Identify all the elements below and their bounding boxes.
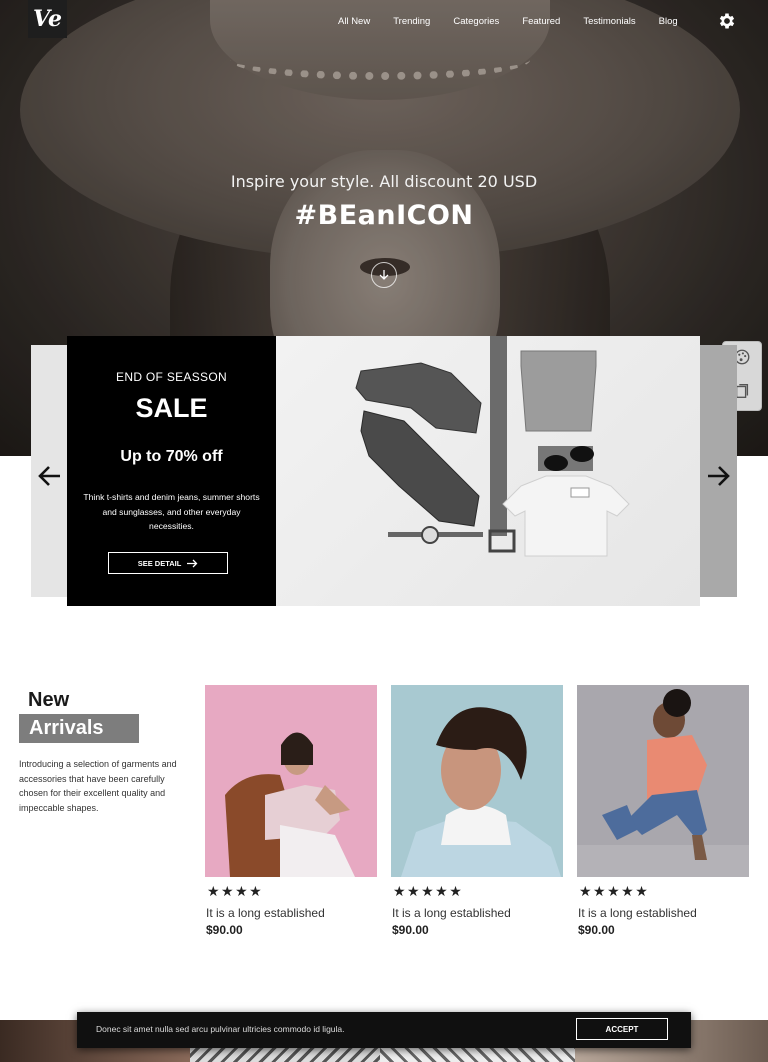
product-image[interactable]: [577, 685, 749, 877]
product-card[interactable]: ★★★★★ It is a long established $90.00: [577, 685, 749, 937]
product-card[interactable]: ★★★★ It is a long established $90.00: [205, 685, 377, 937]
cookie-consent-bar: Donec sit amet nulla sed arcu pulvinar u…: [77, 1012, 691, 1048]
arrow-right-small-icon: [187, 559, 198, 567]
gear-icon[interactable]: [717, 11, 737, 31]
new-arrivals-description: Introducing a selection of garments and …: [19, 759, 177, 813]
promo-title: SALE: [135, 393, 208, 423]
product-image[interactable]: [205, 685, 377, 877]
rating-stars: ★★★★★: [393, 884, 464, 900]
product-price: $90.00: [578, 923, 615, 937]
rating-stars: ★★★★: [207, 884, 264, 900]
product-name[interactable]: It is a long established: [578, 906, 749, 920]
see-detail-label: SEE DETAIL: [137, 558, 182, 568]
arrow-left-icon[interactable]: [36, 462, 64, 490]
arrow-right-icon[interactable]: [704, 462, 732, 490]
sale-promo-card: END OF SEASSON SALE Up to 70% off Think …: [67, 336, 276, 606]
hero-title: #BEanICON: [294, 200, 474, 231]
hero-subtitle: Inspire your style. All discount 20 USD: [230, 172, 538, 191]
nav-testimonials[interactable]: Testimonials: [583, 16, 635, 27]
flatlay-product-image: [276, 336, 700, 606]
product-name[interactable]: It is a long established: [392, 906, 563, 920]
nav-categories[interactable]: Categories: [453, 16, 499, 27]
rating-stars: ★★★★★: [579, 884, 650, 900]
nav-trending[interactable]: Trending: [393, 16, 430, 27]
accept-button[interactable]: ACCEPT: [576, 1018, 668, 1040]
product-card[interactable]: ★★★★★ It is a long established $90.00: [391, 685, 563, 937]
new-arrivals-title-line1: New: [28, 689, 70, 711]
nav-featured[interactable]: Featured: [522, 16, 560, 27]
new-arrivals-title-line2: Arrivals: [19, 714, 139, 743]
brand-logo[interactable]: Ve: [28, 0, 67, 38]
promo-description: Think t-shirts and denim jeans, summer s…: [83, 492, 260, 531]
see-detail-button[interactable]: SEE DETAIL: [108, 552, 228, 574]
promo-eyebrow: END OF SEASSON: [116, 370, 227, 384]
main-nav: All New Trending Categories Featured Tes…: [338, 16, 701, 27]
product-image[interactable]: [391, 685, 563, 877]
product-price: $90.00: [392, 923, 429, 937]
product-price: $90.00: [206, 923, 243, 937]
nav-all-new[interactable]: All New: [338, 16, 370, 27]
cookie-text: Donec sit amet nulla sed arcu pulvinar u…: [96, 1024, 345, 1034]
product-name[interactable]: It is a long established: [206, 906, 377, 920]
nav-blog[interactable]: Blog: [659, 16, 678, 27]
arrow-down-circle-icon[interactable]: [371, 262, 397, 288]
promo-offer: Up to 70% off: [120, 448, 223, 465]
